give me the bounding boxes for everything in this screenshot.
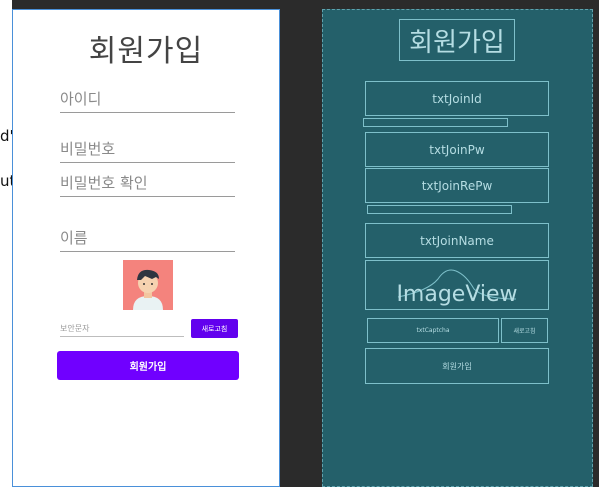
bp-refresh-button[interactable]: 새로고침: [501, 318, 548, 343]
bp-txt-join-name[interactable]: txtJoinName: [365, 223, 549, 258]
design-preview: 회원가입 아이디 비밀번호 비밀번호 확인 이름 보안문자 새로고침 회원가입: [12, 9, 280, 487]
captcha-input[interactable]: 보안문자: [60, 319, 184, 337]
join-button[interactable]: 회원가입: [57, 351, 239, 380]
bp-txt-captcha[interactable]: txtCaptcha: [367, 318, 499, 343]
page-title: 회원가입: [88, 34, 204, 69]
avatar-person-icon: [123, 260, 173, 310]
bp-divider: [367, 205, 512, 214]
bp-join-button[interactable]: 회원가입: [365, 348, 549, 384]
refresh-button[interactable]: 새로고침: [191, 319, 238, 338]
password-confirm-field[interactable]: 비밀번호 확인: [60, 171, 235, 197]
bp-divider: [363, 118, 508, 127]
avatar-image: [123, 260, 173, 310]
bp-image-view[interactable]: ImageView: [365, 260, 549, 310]
bp-txt-join-repw[interactable]: txtJoinRePw: [365, 168, 549, 203]
bp-txt-join-id[interactable]: txtJoinId: [365, 81, 549, 116]
password-field[interactable]: 비밀번호: [60, 137, 235, 163]
id-field[interactable]: 아이디: [60, 87, 235, 113]
bp-txt-join-pw[interactable]: txtJoinPw: [365, 132, 549, 167]
bp-title[interactable]: 회원가입: [399, 19, 515, 61]
blueprint-preview: 회원가입 txtJoinId txtJoinPw txtJoinRePw txt…: [322, 9, 593, 487]
editor-background: [0, 0, 12, 487]
name-field[interactable]: 이름: [60, 226, 235, 252]
bp-image-view-label: ImageView: [396, 282, 518, 307]
